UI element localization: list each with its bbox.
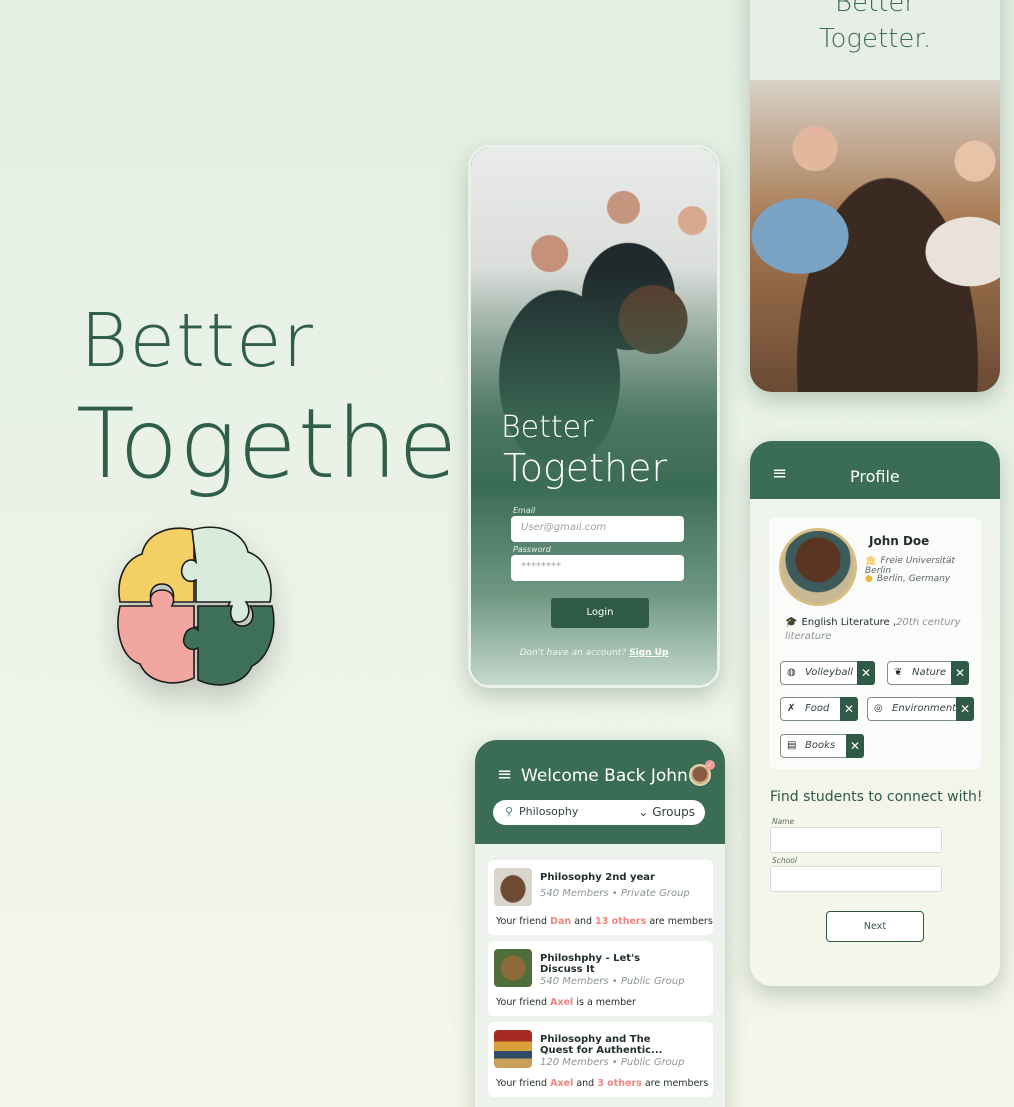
signup-prompt-text: Don't have an account?: [519, 648, 627, 658]
globe-icon: ◎: [874, 703, 883, 714]
remove-interest-button[interactable]: ✕: [840, 697, 858, 721]
group-meta: 120 Members • Public Group: [540, 1057, 685, 1068]
volleyball-icon: ◍: [787, 667, 796, 678]
group-friends: Your friend Axel and 3 others are member…: [496, 1078, 709, 1089]
profile-university: 🏛 Freie Universität Berlin: [865, 556, 955, 576]
login-button[interactable]: Login: [551, 598, 649, 628]
remove-interest-button[interactable]: ✕: [857, 661, 875, 685]
group-thumbnail: [494, 1030, 532, 1068]
signup-prompt: Don't have an account? Sign Up: [471, 648, 717, 658]
profile-name: John Doe: [869, 534, 930, 548]
group-thumbnail: [494, 868, 532, 906]
profile-card: John Doe 🏛 Freie Universität Berlin ● Berl…: [769, 518, 981, 769]
next-button[interactable]: Next: [826, 911, 924, 942]
brain-piece-green: [182, 605, 275, 686]
email-field[interactable]: User@gmail.com: [511, 516, 684, 542]
school-label: School: [772, 856, 797, 865]
home-header: ≡ Welcome Back John! ✓ ⚲ Philosophy ⌄ Gr…: [475, 740, 725, 844]
group-friends: Your friend Axel is a member: [496, 997, 636, 1008]
email-label: Email: [513, 506, 536, 515]
group-friends: Your friend Dan and 13 others are member…: [496, 916, 713, 927]
chevron-down-icon: ⌄: [638, 805, 653, 819]
remove-interest-button[interactable]: ✕: [951, 661, 969, 685]
group-thumbnail: [494, 949, 532, 987]
school-field[interactable]: [770, 866, 942, 892]
university-icon: 🏛: [865, 556, 877, 566]
interest-chip: ✗ Food ✕: [780, 697, 858, 721]
group-meta: 540 Members • Public Group: [540, 976, 685, 987]
onboarding-photo: [750, 80, 1000, 392]
name-field[interactable]: [770, 827, 942, 853]
home-screen: ≡ Welcome Back John! ✓ ⚲ Philosophy ⌄ Gr…: [475, 740, 725, 1107]
interest-chip: ❦ Nature ✕: [887, 661, 969, 685]
search-input[interactable]: Philosophy: [519, 805, 578, 818]
profile-header: ≡ Profile: [750, 441, 1000, 499]
profile-location: ● Berlin, Germany: [865, 574, 951, 584]
remove-interest-button[interactable]: ✕: [956, 697, 974, 721]
remove-interest-button[interactable]: ✕: [846, 734, 864, 758]
interest-chip: ▤ Books ✕: [780, 734, 864, 758]
graduation-cap-icon: 🎓: [785, 617, 798, 628]
notification-badge: ✓: [705, 760, 715, 770]
group-card[interactable]: Philosophy and The Quest for Authentic...…: [488, 1022, 713, 1097]
group-meta: 540 Members • Private Group: [540, 888, 690, 899]
password-label: Password: [513, 545, 551, 554]
page-title: Profile: [850, 467, 900, 486]
menu-icon[interactable]: ≡: [772, 463, 787, 484]
location-pin-icon: ●: [865, 574, 873, 584]
find-students-title: Find students to connect with!: [770, 789, 983, 805]
hero-title-line1: Better: [80, 298, 314, 384]
group-title: Philoshphy - Let's Discuss It: [540, 953, 641, 975]
home-title: Welcome Back John!: [521, 766, 695, 786]
search-icon: ⚲: [505, 805, 514, 818]
profile-study: 🎓 English Literature ,20th century litera…: [785, 617, 961, 642]
name-label: Name: [772, 817, 795, 826]
avatar: [779, 528, 857, 606]
hero-title-line2: Together: [76, 388, 499, 500]
brain-puzzle-logo: [117, 526, 275, 686]
password-field[interactable]: ********: [511, 555, 684, 581]
login-screen: Better Together Email User@gmail.com Pas…: [468, 145, 720, 688]
interest-chip: ◍ Volleyball ✕: [780, 661, 875, 685]
book-icon: ▤: [787, 740, 797, 751]
menu-icon[interactable]: ≡: [497, 764, 512, 785]
search-bar[interactable]: ⚲ Philosophy ⌄ Groups: [493, 800, 705, 825]
filter-dropdown[interactable]: ⌄ Groups: [638, 805, 695, 819]
login-title-line2: Together: [503, 446, 668, 490]
login-title-line1: Better: [501, 410, 594, 445]
signup-link[interactable]: Sign Up: [629, 648, 668, 658]
onboarding-title-line2: Togetter.: [819, 24, 931, 54]
onboarding-screen: Better Togetter.: [750, 0, 1000, 392]
group-title: Philosophy 2nd year: [540, 872, 655, 883]
group-title: Philosophy and The Quest for Authentic...: [540, 1034, 663, 1056]
group-card[interactable]: Philoshphy - Let's Discuss It 540 Members…: [488, 941, 713, 1016]
filter-label: Groups: [652, 805, 695, 819]
profile-screen: ≡ Profile John Doe 🏛 Freie Universität Be…: [750, 441, 1000, 986]
interest-chip: ◎ Environment ✕: [867, 697, 974, 721]
food-icon: ✗: [787, 703, 796, 714]
plant-icon: ❦: [894, 667, 903, 678]
onboarding-title-line1: Better: [834, 0, 916, 18]
group-card[interactable]: Philosophy 2nd year 540 Members • Privat…: [488, 860, 713, 935]
